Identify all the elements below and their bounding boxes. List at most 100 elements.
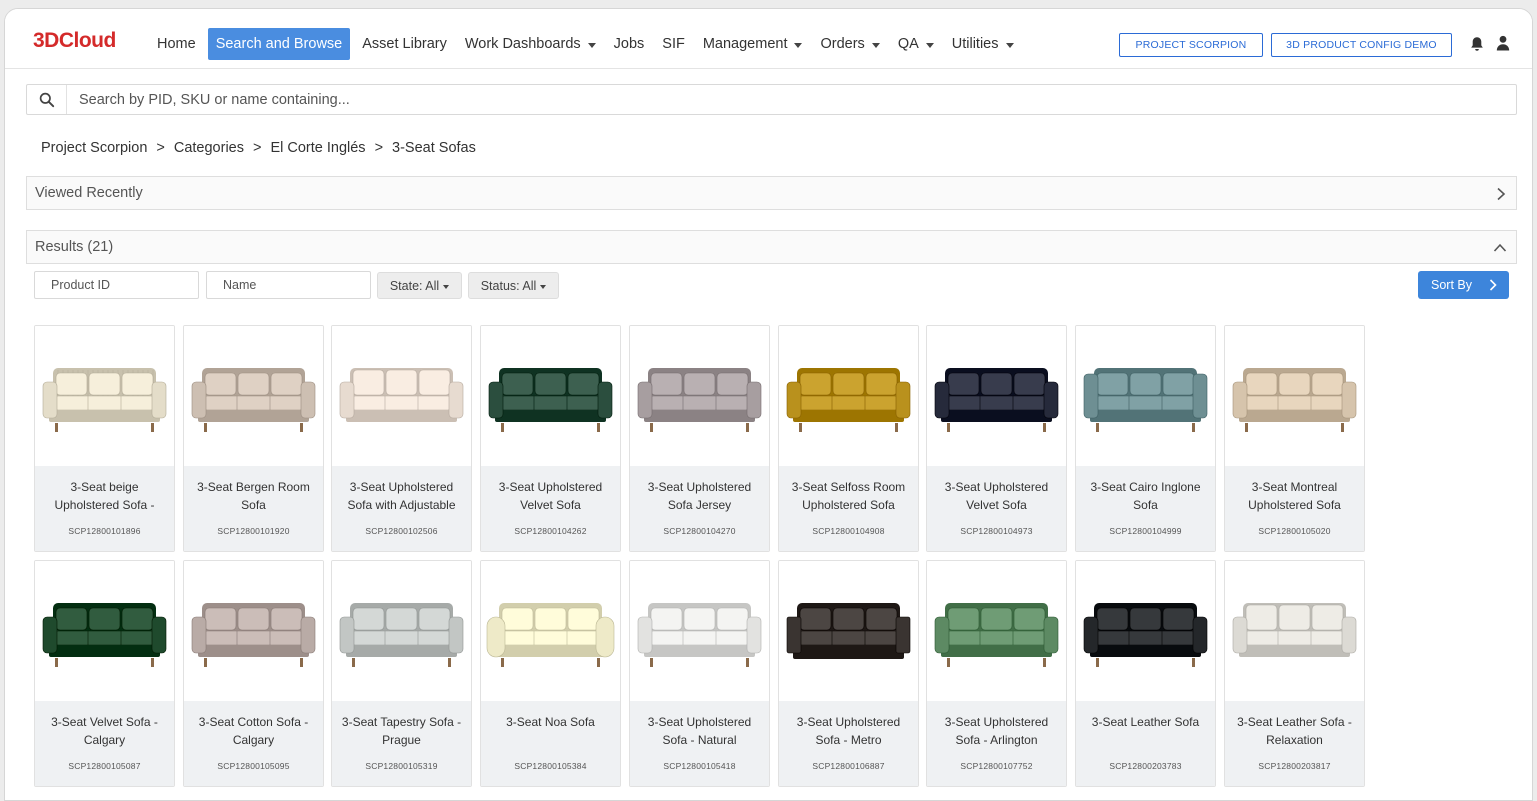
product-name: 3-Seat Bergen Room Sofa	[197, 480, 310, 512]
product-card-footer: 3-Seat Tapestry Sofa - Prague SCP12800105…	[332, 701, 471, 786]
product-name: 3-Seat Cairo Inglone Sofa	[1090, 480, 1201, 512]
product-name: 3-Seat Velvet Sofa - Calgary	[51, 715, 158, 747]
viewed-recently-title: Viewed Recently	[35, 185, 143, 201]
caret-down-icon	[925, 42, 934, 48]
product-thumbnail[interactable]	[1076, 561, 1215, 701]
nav-work-dashboards[interactable]: Work Dashboards	[459, 28, 602, 60]
product-card[interactable]: 3-Seat Noa Sofa SCP12800105384	[480, 560, 621, 787]
product-card[interactable]: 3-Seat Bergen Room Sofa SCP12800101920	[183, 325, 324, 552]
product-thumbnail[interactable]	[481, 561, 620, 701]
product-thumbnail[interactable]	[1225, 561, 1364, 701]
nav-label: Jobs	[613, 36, 645, 52]
breadcrumb-categories[interactable]: Categories	[174, 140, 244, 156]
results-header[interactable]: Results (21)	[26, 230, 1517, 264]
product-id: SCP12800105087	[68, 761, 141, 771]
product-thumbnail[interactable]	[927, 561, 1066, 701]
product-thumbnail[interactable]	[630, 561, 769, 701]
top-navbar: 3DCloud Home Search and Browse Asset Libra…	[5, 9, 1532, 69]
product-id: SCP12800105095	[217, 761, 290, 771]
state-filter-dropdown[interactable]: State: All	[377, 272, 462, 299]
search-bar	[26, 84, 1517, 115]
product-thumbnail[interactable]	[184, 326, 323, 466]
product-card[interactable]: 3-Seat Upholstered Sofa Jersey SCP1280010…	[629, 325, 770, 552]
caret-down-icon	[794, 42, 803, 48]
3d-product-config-demo-button[interactable]: 3D PRODUCT CONFIG DEMO	[1271, 33, 1452, 57]
status-filter-dropdown[interactable]: Status: All	[468, 272, 559, 299]
product-card[interactable]: 3-Seat Tapestry Sofa - Prague SCP12800105…	[331, 560, 472, 787]
search-input[interactable]	[79, 89, 1479, 111]
caret-down-icon	[871, 42, 880, 48]
product-card[interactable]: 3-Seat Selfoss Room Upholstered Sofa SCP1…	[778, 325, 919, 552]
product-name: 3-Seat Upholstered Sofa Jersey	[647, 480, 752, 512]
product-thumbnail[interactable]	[779, 326, 918, 466]
product-thumbnail[interactable]	[481, 326, 620, 466]
product-card[interactable]: 3-Seat Upholstered Velvet Sofa SCP1280010…	[480, 325, 621, 552]
product-card[interactable]: 3-Seat Upholstered Sofa - Metro SCP128001…	[778, 560, 919, 787]
viewed-recently-panel[interactable]: Viewed Recently	[26, 176, 1517, 210]
product-id: SCP12800105418	[663, 761, 736, 771]
project-scorpion-button[interactable]: PROJECT SCORPION	[1119, 33, 1263, 57]
caret-down-icon	[1005, 42, 1014, 48]
product-thumbnail[interactable]	[35, 561, 174, 701]
product-card-footer: 3-Seat Leather Sofa SCP12800203783	[1076, 701, 1215, 786]
breadcrumb-separator: >	[156, 140, 165, 156]
nav-utilities[interactable]: Utilities	[946, 28, 1020, 60]
breadcrumb-separator: >	[252, 140, 262, 156]
product-thumbnail[interactable]	[1225, 326, 1364, 466]
nav-label: QA	[897, 36, 919, 52]
nav-asset-library[interactable]: Asset Library	[356, 28, 453, 60]
product-card-footer: 3-Seat Upholstered Sofa - Metro SCP128001…	[779, 701, 918, 786]
product-thumbnail[interactable]	[927, 326, 1066, 466]
product-id: SCP12800102506	[365, 526, 438, 536]
search-divider	[66, 85, 67, 114]
product-thumbnail[interactable]	[35, 326, 174, 466]
logo[interactable]: 3DCloud	[33, 29, 116, 53]
product-card[interactable]: 3-Seat Upholstered Sofa - Natural SCP1280…	[629, 560, 770, 787]
nav-sif[interactable]: SIF	[656, 28, 691, 60]
product-card[interactable]: 3-Seat Cairo Inglone Sofa SCP12800104999	[1075, 325, 1216, 552]
nav-jobs[interactable]: Jobs	[608, 28, 651, 60]
nav-home[interactable]: Home	[151, 28, 202, 60]
product-thumbnail[interactable]	[184, 561, 323, 701]
product-thumbnail[interactable]	[332, 561, 471, 701]
product-thumbnail[interactable]	[630, 326, 769, 466]
bell-icon[interactable]	[1470, 36, 1484, 52]
nav-orders[interactable]: Orders	[814, 28, 885, 60]
chevron-up-icon[interactable]	[1493, 242, 1507, 254]
chevron-right-icon	[1489, 279, 1497, 291]
product-card[interactable]: 3-Seat Leather Sofa - Relaxation SCP12800…	[1224, 560, 1365, 787]
product-card[interactable]: 3-Seat Upholstered Sofa - Arlington SCP12…	[926, 560, 1067, 787]
product-name: 3-Seat beige Upholstered Sofa - Porto Bl…	[54, 480, 155, 517]
product-card[interactable]: 3-Seat Cotton Sofa - Calgary SCP128001050…	[183, 560, 324, 787]
nav-qa[interactable]: QA	[892, 28, 940, 60]
sort-by-label: Sort By	[1431, 278, 1472, 292]
product-id-filter[interactable]	[34, 271, 199, 299]
product-thumbnail[interactable]	[1076, 326, 1215, 466]
status-filter-label: Status: All	[480, 278, 537, 293]
product-id: SCP12800104908	[812, 526, 885, 536]
user-icon[interactable]	[1496, 35, 1510, 51]
product-card[interactable]: 3-Seat Upholstered Sofa with Adjustable …	[331, 325, 472, 552]
main-nav: Home Search and Browse Asset Library Work D…	[151, 28, 1026, 60]
nav-management[interactable]: Management	[697, 28, 809, 60]
product-id: SCP12800101920	[217, 526, 290, 536]
nav-label: Work Dashboards	[464, 36, 581, 52]
product-card[interactable]: 3-Seat Montreal Upholstered Sofa SCP12800…	[1224, 325, 1365, 552]
product-card-footer: 3-Seat Montreal Upholstered Sofa SCP12800…	[1225, 466, 1364, 551]
product-card[interactable]: 3-Seat Leather Sofa SCP12800203783	[1075, 560, 1216, 787]
product-thumbnail[interactable]	[779, 561, 918, 701]
sort-by-button[interactable]: Sort By	[1418, 271, 1509, 299]
product-card[interactable]: 3-Seat Upholstered Velvet Sofa SCP1280010…	[926, 325, 1067, 552]
product-card[interactable]: 3-Seat beige Upholstered Sofa - Porto Bl…	[34, 325, 175, 552]
product-thumbnail[interactable]	[332, 326, 471, 466]
product-id: SCP12800203783	[1109, 761, 1182, 771]
product-name: 3-Seat Leather Sofa - Relaxation	[1237, 715, 1352, 747]
name-filter[interactable]	[206, 271, 371, 299]
state-filter-label: State: All	[389, 278, 440, 293]
chevron-right-icon[interactable]	[1495, 187, 1507, 201]
breadcrumb-retailer[interactable]: El Corte Inglés	[270, 140, 365, 156]
product-card[interactable]: 3-Seat Velvet Sofa - Calgary SCP128001050…	[34, 560, 175, 787]
product-name: 3-Seat Upholstered Sofa - Arlington	[944, 715, 1049, 747]
nav-search-and-browse[interactable]: Search and Browse	[207, 28, 351, 60]
breadcrumb-project[interactable]: Project Scorpion	[41, 140, 147, 156]
